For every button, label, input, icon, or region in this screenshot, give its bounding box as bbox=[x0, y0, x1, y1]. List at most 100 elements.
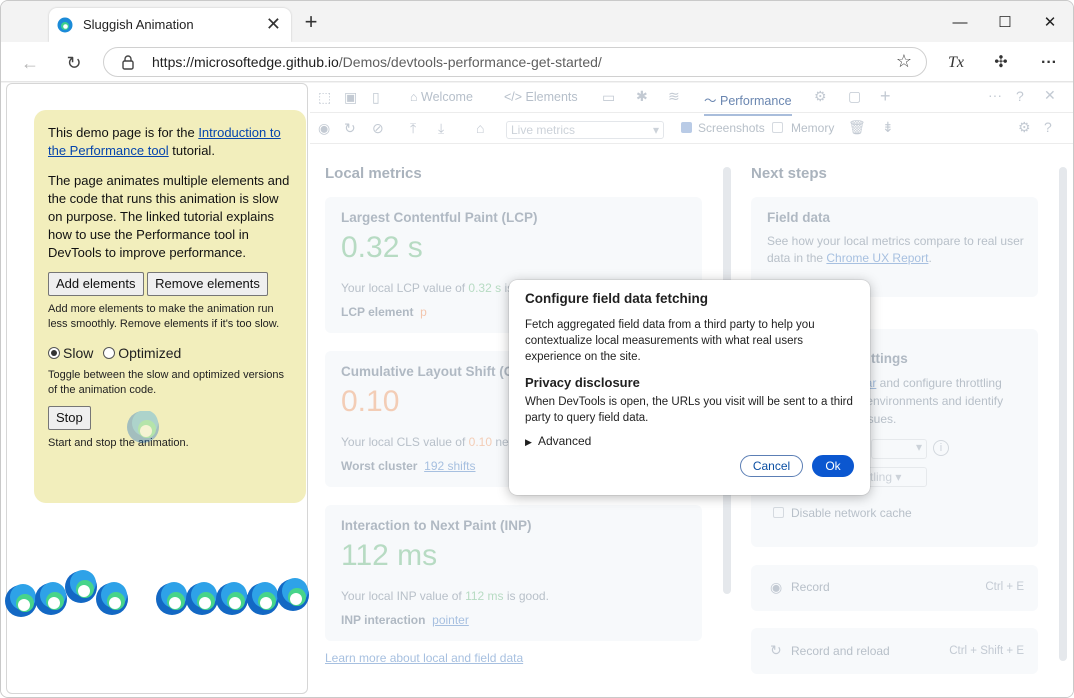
cls-worst-row: Worst cluster 192 shifts bbox=[341, 459, 476, 473]
maximize-button[interactable]: ☐ bbox=[982, 9, 1028, 37]
record-icon[interactable]: ◉ bbox=[318, 120, 330, 137]
record-card[interactable]: ◉ Record Ctrl + E bbox=[751, 565, 1038, 611]
record-reload-shortcut: Ctrl + Shift + E bbox=[949, 645, 1024, 657]
next-steps-title: Next steps bbox=[751, 165, 827, 182]
lcp-element-label: LCP element bbox=[341, 305, 414, 319]
add-tool-icon[interactable]: + bbox=[880, 86, 891, 107]
dialog-body: Fetch aggregated field data from a third… bbox=[525, 319, 815, 363]
address-bar[interactable]: https://microsoftedge.github.io/Demos/de… bbox=[103, 47, 927, 77]
trash-icon[interactable]: 🗑 bbox=[848, 119, 866, 136]
add-help-text: Add more elements to make the animation … bbox=[48, 303, 280, 330]
wifi-icon[interactable]: ≋ bbox=[668, 88, 680, 105]
help-icon[interactable]: ? bbox=[1016, 88, 1024, 104]
intro-text: This demo page is for the Introduction t… bbox=[48, 124, 292, 160]
stop-help-text: Start and stop the animation. bbox=[48, 437, 189, 449]
close-tab-icon[interactable]: ✕ bbox=[266, 13, 281, 35]
record-shortcut: Ctrl + E bbox=[985, 581, 1024, 593]
browser-window: Sluggish Animation ✕ + — ☐ ✕ ← ↻ https:/… bbox=[0, 0, 1074, 698]
reload-record-icon[interactable]: ↻ bbox=[344, 120, 356, 137]
privacy-body: When DevTools is open, the URLs you visi… bbox=[525, 396, 853, 424]
close-window-button[interactable]: ✕ bbox=[1027, 9, 1073, 37]
dock-icon[interactable]: ▯ bbox=[372, 89, 380, 106]
edge-logo-icon bbox=[65, 570, 97, 603]
tab-elements[interactable]: </> Elements bbox=[504, 90, 578, 104]
triangle-right-icon: ▶ bbox=[525, 437, 532, 447]
edge-logo-icon bbox=[5, 584, 37, 617]
download-icon[interactable]: ⤓ bbox=[438, 120, 444, 137]
url-text: https://microsoftedge.github.io/Demos/de… bbox=[152, 54, 602, 70]
ok-button[interactable]: Ok bbox=[812, 455, 854, 477]
close-devtools-icon[interactable]: ✕ bbox=[1044, 87, 1056, 104]
upload-icon[interactable]: ⤒ bbox=[410, 120, 416, 137]
lcp-text-prefix: Your local LCP value of bbox=[341, 281, 469, 295]
reload-icon: ↻ bbox=[770, 642, 782, 658]
split-icon[interactable]: ⇟ bbox=[882, 119, 894, 136]
learn-more-link[interactable]: Learn more about local and field data bbox=[325, 651, 523, 665]
crux-link[interactable]: Chrome UX Report bbox=[826, 251, 928, 265]
lcp-value: 0.32 s bbox=[341, 231, 423, 264]
performance-toolbar: ◉ ↻ ⊘ ⤒ ⤓ ⌂ Live metrics ▾ Screenshots Me… bbox=[310, 114, 1073, 144]
settings-gear-tab-icon[interactable]: ⚙ bbox=[814, 88, 827, 105]
lcp-element-value[interactable]: p bbox=[420, 305, 427, 319]
field-data-title: Field data bbox=[767, 210, 831, 225]
cls-worst-link[interactable]: 192 shifts bbox=[424, 459, 475, 473]
field-data-suffix: . bbox=[928, 251, 932, 265]
more-tools-icon[interactable]: ··· bbox=[988, 87, 1002, 103]
field-data-text: See how your local metrics compare to re… bbox=[767, 233, 1029, 267]
info-icon: i bbox=[933, 440, 949, 456]
tab-performance[interactable]: 〜 Performance bbox=[704, 90, 792, 116]
view-select-value: Live metrics bbox=[511, 123, 576, 137]
new-tab-button[interactable]: + bbox=[299, 11, 323, 35]
application-icon[interactable]: ▢ bbox=[848, 88, 861, 105]
bug-icon[interactable]: ✱ bbox=[636, 88, 648, 105]
settings-title: ttings bbox=[871, 351, 908, 366]
console-icon[interactable]: ▭ bbox=[602, 89, 615, 106]
minimize-button[interactable]: — bbox=[937, 9, 983, 37]
read-aloud-icon[interactable]: Tx bbox=[944, 51, 968, 75]
clear-icon[interactable]: ⊘ bbox=[372, 120, 384, 137]
view-select[interactable]: Live metrics ▾ bbox=[506, 121, 664, 139]
advanced-toggle[interactable]: ▶ Advanced bbox=[525, 434, 591, 448]
record-reload-card[interactable]: ↻ Record and reload Ctrl + Shift + E bbox=[751, 628, 1038, 674]
inp-title: Interaction to Next Paint (INP) bbox=[341, 518, 532, 533]
stop-button[interactable]: Stop bbox=[48, 406, 91, 430]
local-metrics-title: Local metrics bbox=[325, 165, 422, 182]
edge-logo-icon bbox=[216, 582, 248, 615]
lcp-text: Your local LCP value of 0.32 s is bbox=[341, 281, 513, 295]
inspect-icon[interactable]: ⬚ bbox=[318, 89, 331, 106]
memory-label: Memory bbox=[791, 121, 835, 135]
demo-card: This demo page is for the Introduction t… bbox=[34, 110, 306, 503]
add-elements-button[interactable]: Add elements bbox=[48, 272, 144, 296]
home-icon[interactable]: ⌂ bbox=[476, 120, 484, 136]
optimized-radio[interactable] bbox=[103, 347, 116, 359]
edge-logo-icon bbox=[96, 582, 128, 615]
lcp-title: Largest Contentful Paint (LCP) bbox=[341, 210, 538, 225]
cpu-throttle-select[interactable]: ▾ bbox=[871, 439, 927, 459]
browser-tab[interactable]: Sluggish Animation ✕ bbox=[49, 8, 291, 42]
toggle-help-text: Toggle between the slow and optimized ve… bbox=[48, 369, 285, 396]
tab-welcome[interactable]: ⌂ Welcome bbox=[410, 90, 473, 104]
tab-elements-label: Elements bbox=[525, 90, 578, 104]
inp-interaction-link[interactable]: pointer bbox=[432, 613, 469, 627]
screenshots-checkbox[interactable] bbox=[681, 122, 692, 133]
more-menu-icon[interactable]: ··· bbox=[1037, 51, 1061, 75]
screenshots-label: Screenshots bbox=[698, 121, 765, 135]
memory-checkbox[interactable] bbox=[772, 122, 783, 133]
slow-radio[interactable] bbox=[48, 347, 60, 359]
edge-logo-icon bbox=[186, 582, 218, 615]
remove-elements-button[interactable]: Remove elements bbox=[147, 272, 268, 296]
cls-value: 0.10 bbox=[341, 385, 400, 418]
lcp-text-value: 0.32 s bbox=[468, 281, 502, 295]
disable-cache-checkbox[interactable] bbox=[773, 507, 784, 518]
cancel-button[interactable]: Cancel bbox=[740, 455, 803, 477]
help-circle-icon[interactable]: ? bbox=[1044, 119, 1052, 135]
next-steps-scrollbar[interactable] bbox=[1059, 167, 1067, 661]
inp-card: Interaction to Next Paint (INP) 112 ms Y… bbox=[325, 505, 702, 641]
settings-icon[interactable]: ⚙ bbox=[1018, 119, 1031, 136]
extensions-icon[interactable]: ✣ bbox=[989, 51, 1013, 75]
device-icon[interactable]: ▣ bbox=[344, 89, 357, 106]
back-button[interactable]: ← bbox=[17, 50, 43, 76]
refresh-button[interactable]: ↻ bbox=[61, 50, 87, 76]
toolbar: ← ↻ https://microsoftedge.github.io/Demo… bbox=[1, 42, 1073, 82]
favorite-star-icon[interactable]: ☆ bbox=[896, 51, 912, 72]
